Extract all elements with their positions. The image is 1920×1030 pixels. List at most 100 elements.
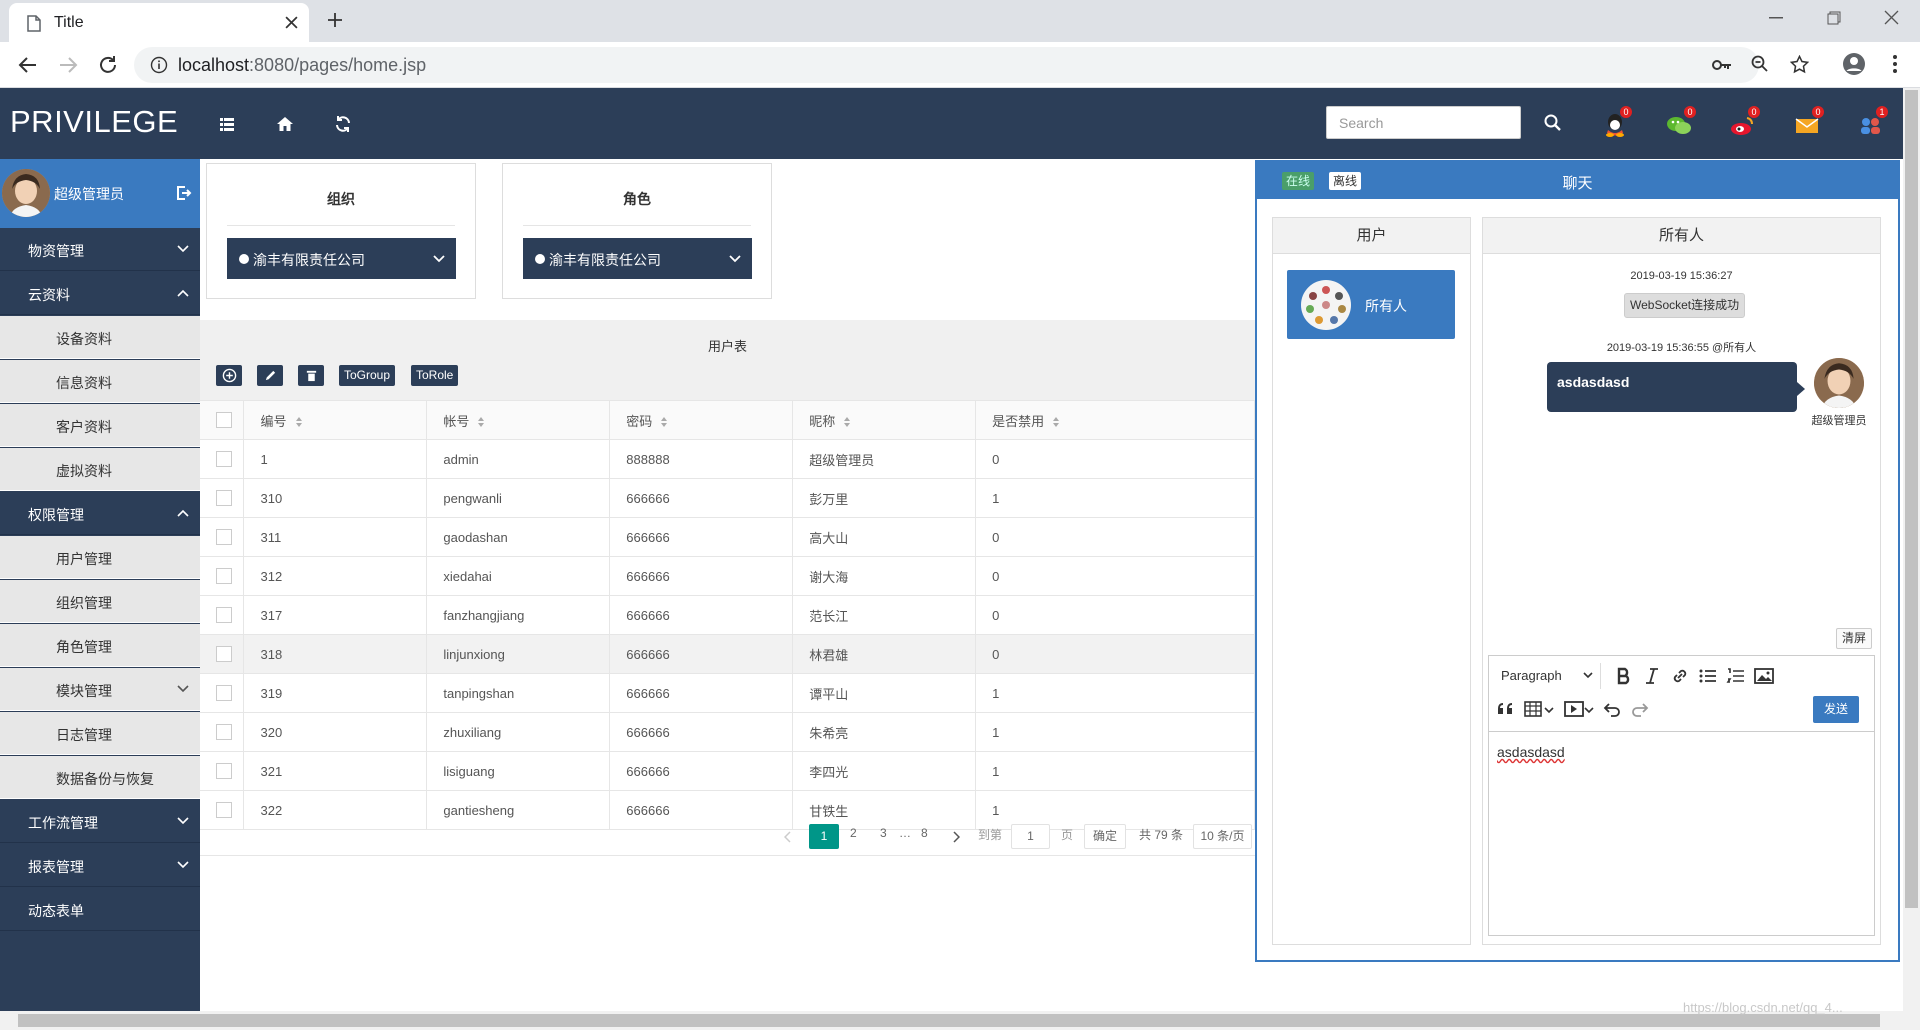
- next-page-icon[interactable]: [952, 831, 960, 843]
- vertical-scroll-thumb[interactable]: [1905, 90, 1918, 908]
- group-icon[interactable]: 1: [1854, 106, 1888, 142]
- sort-icon[interactable]: [295, 416, 303, 428]
- list-icon[interactable]: [217, 114, 237, 134]
- column-header[interactable]: 昵称: [792, 400, 977, 440]
- wechat-icon[interactable]: 0: [1662, 106, 1696, 142]
- redo-icon[interactable]: [1629, 698, 1651, 720]
- undo-icon[interactable]: [1601, 698, 1623, 720]
- row-checkbox[interactable]: [216, 451, 232, 468]
- search-icon[interactable]: [1543, 113, 1563, 133]
- horizontal-scrollbar[interactable]: [0, 1011, 1920, 1030]
- delete-button[interactable]: [298, 365, 324, 386]
- row-checkbox[interactable]: [216, 724, 232, 741]
- row-checkbox[interactable]: [216, 685, 232, 702]
- table-row[interactable]: 319 tanpingshan 666666 谭平山 1: [200, 673, 1255, 713]
- key-icon[interactable]: [1712, 57, 1732, 73]
- sidebar-item-2[interactable]: 设备资料: [0, 316, 200, 359]
- goto-page-input[interactable]: 1: [1011, 824, 1050, 849]
- table-row[interactable]: 310 pengwanli 666666 彭万里 1: [200, 478, 1255, 518]
- page-2-button[interactable]: 2: [850, 826, 857, 840]
- sidebar-item-3[interactable]: 信息资料: [0, 360, 200, 403]
- sidebar-item-1[interactable]: 云资料: [0, 272, 200, 315]
- table-row[interactable]: 312 xiedahai 666666 谢大海 0: [200, 556, 1255, 596]
- search-input[interactable]: Search: [1326, 106, 1521, 139]
- quote-icon[interactable]: [1495, 698, 1517, 720]
- torole-button[interactable]: ToRole: [411, 365, 459, 386]
- row-checkbox[interactable]: [216, 568, 232, 585]
- image-icon[interactable]: [1753, 665, 1775, 687]
- zoom-icon[interactable]: [1751, 55, 1769, 73]
- column-header[interactable]: 是否禁用: [975, 400, 1255, 440]
- reload-icon[interactable]: [96, 53, 120, 77]
- mail-icon[interactable]: 0: [1790, 106, 1824, 142]
- table-row[interactable]: 318 linjunxiong 666666 林君雄 0: [200, 634, 1255, 674]
- italic-icon[interactable]: [1641, 665, 1663, 687]
- row-checkbox[interactable]: [216, 529, 232, 546]
- table-row[interactable]: 321 lisiguang 666666 李四光 1: [200, 751, 1255, 791]
- row-checkbox[interactable]: [216, 490, 232, 507]
- avatar[interactable]: [2, 169, 50, 217]
- numbered-list-icon[interactable]: [1725, 665, 1747, 687]
- minimize-icon[interactable]: [1769, 17, 1783, 19]
- vertical-scrollbar[interactable]: [1903, 88, 1920, 1011]
- url-field[interactable]: localhost:8080/pages/home.jsp: [134, 47, 1809, 83]
- send-button[interactable]: 发送: [1813, 696, 1859, 723]
- sidebar-item-6[interactable]: 权限管理: [0, 492, 200, 535]
- home-icon[interactable]: [275, 114, 295, 134]
- page-3-button[interactable]: 3: [880, 826, 887, 840]
- table-row[interactable]: 1 admin 888888 超级管理员 0: [200, 439, 1255, 479]
- sidebar-item-5[interactable]: 虚拟资料: [0, 448, 200, 491]
- info-icon[interactable]: [150, 56, 168, 74]
- sort-icon[interactable]: [1052, 416, 1060, 428]
- sidebar-item-7[interactable]: 用户管理: [0, 536, 200, 579]
- clear-button[interactable]: 清屏: [1836, 628, 1873, 649]
- sidebar-item-0[interactable]: 物资管理: [0, 228, 200, 271]
- sidebar-item-10[interactable]: 模块管理: [0, 668, 200, 711]
- sort-icon[interactable]: [660, 416, 668, 428]
- sort-icon[interactable]: [843, 416, 851, 428]
- togroup-button[interactable]: ToGroup: [339, 365, 396, 386]
- column-header[interactable]: 编号: [243, 400, 428, 440]
- sidebar-item-9[interactable]: 角色管理: [0, 624, 200, 667]
- column-header[interactable]: 帐号: [426, 400, 611, 440]
- new-tab-icon[interactable]: [327, 12, 343, 28]
- page-8-button[interactable]: 8: [921, 826, 928, 840]
- goto-confirm-button[interactable]: 确定: [1084, 824, 1126, 849]
- sidebar-item-4[interactable]: 客户资料: [0, 404, 200, 447]
- all-users-button[interactable]: 所有人: [1287, 270, 1455, 339]
- column-header[interactable]: 密码: [609, 400, 794, 440]
- role-select[interactable]: 渝丰有限责任公司: [523, 238, 752, 279]
- qq-icon[interactable]: 0: [1598, 106, 1632, 142]
- window-close-icon[interactable]: [1884, 10, 1899, 25]
- forward-icon[interactable]: [56, 53, 80, 77]
- bullet-list-icon[interactable]: [1697, 665, 1719, 687]
- sidebar-item-15[interactable]: 动态表单: [0, 888, 200, 931]
- prev-page-icon[interactable]: [784, 831, 792, 843]
- editor-content[interactable]: asdasdasd: [1497, 744, 1565, 760]
- horizontal-scroll-thumb[interactable]: [18, 1014, 1880, 1027]
- close-icon[interactable]: [285, 16, 298, 29]
- edit-button[interactable]: [257, 365, 283, 386]
- table-icon[interactable]: [1523, 698, 1557, 720]
- media-icon[interactable]: [1563, 698, 1597, 720]
- table-row[interactable]: 311 gaodashan 666666 高大山 0: [200, 517, 1255, 557]
- sidebar-item-13[interactable]: 工作流管理: [0, 800, 200, 843]
- org-select[interactable]: 渝丰有限责任公司: [227, 238, 456, 279]
- restore-icon[interactable]: [1827, 11, 1841, 25]
- link-icon[interactable]: [1669, 665, 1691, 687]
- back-icon[interactable]: [16, 53, 40, 77]
- sort-icon[interactable]: [477, 416, 485, 428]
- menu-dots-icon[interactable]: [1892, 54, 1898, 74]
- table-row[interactable]: 317 fanzhangjiang 666666 范长江 0: [200, 595, 1255, 635]
- format-select[interactable]: Paragraph: [1493, 663, 1601, 689]
- sidebar-item-14[interactable]: 报表管理: [0, 844, 200, 887]
- add-button[interactable]: [216, 365, 242, 386]
- row-checkbox[interactable]: [216, 646, 232, 663]
- sidebar-item-11[interactable]: 日志管理: [0, 712, 200, 755]
- weibo-icon[interactable]: 0: [1726, 106, 1760, 142]
- sidebar-item-8[interactable]: 组织管理: [0, 580, 200, 623]
- logout-icon[interactable]: [176, 185, 192, 201]
- refresh-icon[interactable]: [333, 114, 353, 134]
- per-page-select[interactable]: 10 条/页: [1193, 824, 1252, 849]
- row-checkbox[interactable]: [216, 607, 232, 624]
